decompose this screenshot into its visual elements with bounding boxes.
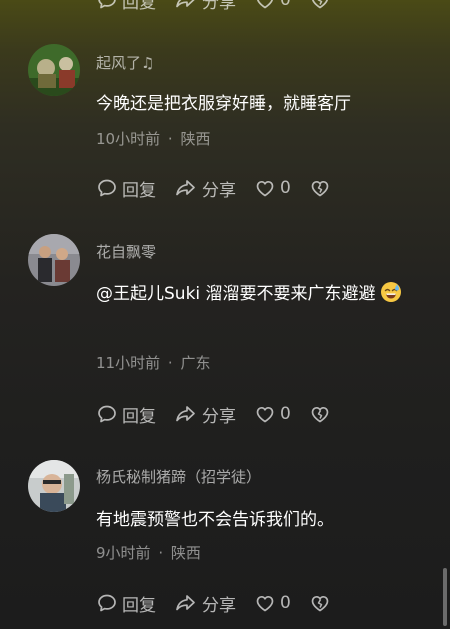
meta-separator: · — [158, 544, 164, 562]
like-button[interactable]: 0 — [254, 403, 291, 425]
comment-actions: 回复 分享 0 — [96, 176, 349, 201]
broken-heart-icon — [311, 595, 329, 612]
comment-username[interactable]: 花自飘零 — [96, 241, 156, 262]
dislike-button[interactable] — [309, 177, 331, 199]
comment-time: 11小时前 — [96, 354, 161, 372]
comment-text: 今晚还是把衣服穿好睡，就睡客厅 — [96, 94, 351, 114]
reply-button[interactable]: 回复 — [96, 591, 156, 616]
like-count: 0 — [280, 593, 291, 613]
comment-actions: 回复 分享 0 — [96, 591, 349, 616]
comment-bubble-icon — [98, 594, 116, 612]
like-count: 0 — [280, 178, 291, 198]
dislike-button[interactable] — [309, 0, 331, 11]
broken-heart-icon — [311, 406, 329, 423]
avatar[interactable] — [28, 460, 80, 512]
reply-button[interactable]: 回复 — [96, 402, 156, 427]
comment-actions: 回复 分享 0 — [96, 402, 349, 427]
share-button[interactable]: 分享 — [174, 0, 236, 13]
reply-button[interactable]: 回复 — [96, 176, 156, 201]
comment-meta: 11小时前 · 广东 — [96, 352, 210, 373]
heart-icon — [256, 0, 274, 9]
reply-label: 回复 — [122, 406, 156, 427]
meta-separator: · — [167, 130, 173, 148]
share-button[interactable]: 分享 — [174, 591, 236, 616]
broken-heart-icon — [311, 180, 329, 197]
meta-separator: · — [167, 354, 173, 372]
like-button[interactable]: 0 — [254, 177, 291, 199]
comment-username[interactable]: 杨氏秘制猪蹄（招学徒） — [96, 466, 261, 487]
comment-meta: 9小时前 · 陕西 — [96, 542, 201, 563]
share-arrow-icon — [176, 406, 195, 422]
comment-location: 陕西 — [170, 544, 201, 562]
comment-bubble-icon — [98, 405, 116, 423]
comment-bubble-icon — [98, 179, 116, 197]
comment-text: 有地震预警也不会告诉我们的。 — [96, 510, 334, 530]
action-bar-top: 回复 分享 0 — [96, 0, 349, 13]
comment-bubble-icon — [98, 0, 116, 9]
scrollbar[interactable] — [443, 568, 447, 626]
share-label: 分享 — [202, 406, 236, 427]
comment-username[interactable]: 起风了♫ — [96, 52, 154, 73]
share-arrow-icon — [176, 595, 195, 611]
reply-label: 回复 — [122, 595, 156, 616]
share-label: 分享 — [202, 180, 236, 201]
share-button[interactable]: 分享 — [174, 176, 236, 201]
comment-location: 陕西 — [180, 130, 211, 148]
reply-button[interactable]: 回复 — [96, 0, 156, 13]
share-button[interactable]: 分享 — [174, 402, 236, 427]
share-arrow-icon — [176, 180, 195, 196]
reply-label: 回复 — [122, 180, 156, 201]
comment-text: @王起儿Suki 溜溜要不要来广东避避 — [96, 278, 426, 311]
like-count: 0 — [280, 404, 291, 424]
like-count: 0 — [280, 0, 291, 10]
like-button[interactable]: 0 — [254, 0, 291, 11]
comment-location: 广东 — [180, 354, 211, 372]
heart-icon — [256, 595, 274, 612]
comment-meta: 10小时前 · 陕西 — [96, 128, 210, 149]
share-label: 分享 — [202, 0, 236, 13]
like-button[interactable]: 0 — [254, 592, 291, 614]
heart-icon — [256, 180, 274, 197]
comment-time: 10小时前 — [96, 130, 161, 148]
avatar[interactable] — [28, 44, 80, 96]
dislike-button[interactable] — [309, 592, 331, 614]
broken-heart-icon — [311, 0, 328, 9]
comment-time: 9小时前 — [96, 544, 151, 562]
share-label: 分享 — [202, 595, 236, 616]
avatar[interactable] — [28, 234, 80, 286]
heart-icon — [256, 406, 274, 423]
reply-label: 回复 — [122, 0, 156, 13]
sweat-smile-emoji-icon — [380, 281, 402, 303]
comment-text-content: @王起儿Suki 溜溜要不要来广东避避 — [96, 284, 376, 304]
dislike-button[interactable] — [309, 403, 331, 425]
share-arrow-icon — [176, 0, 195, 8]
